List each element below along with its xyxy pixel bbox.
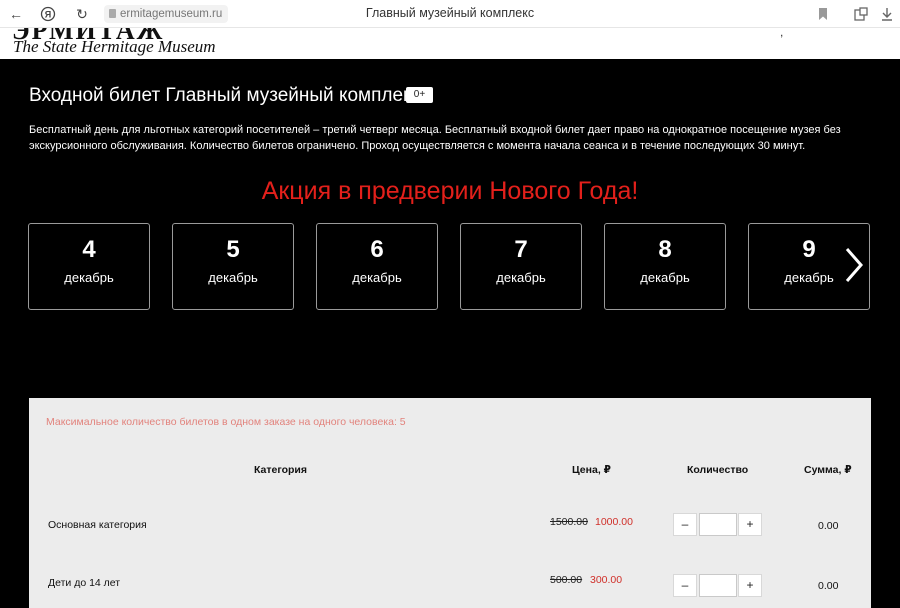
old-price: 500.00	[550, 574, 583, 586]
lock-icon	[109, 9, 116, 18]
date-day: 6	[370, 236, 384, 263]
ticket-description: Бесплатный день для льготных категорий п…	[29, 124, 841, 152]
date-day: 4	[82, 236, 96, 263]
site-header: ЭРМИТАЖ The State Hermitage Museum ,	[0, 28, 900, 59]
date-card[interactable]: 5 декабрь	[172, 223, 294, 310]
age-rating-badge: 0+	[406, 87, 433, 103]
header-menu-fragment: ,	[780, 28, 784, 39]
sale-price: 300.00	[590, 574, 623, 586]
extensions-icon[interactable]	[852, 5, 870, 23]
address-bar[interactable]: ermitagemuseum.ru	[104, 5, 229, 23]
carousel-next-arrow[interactable]	[842, 245, 866, 285]
date-card[interactable]: 4 декабрь	[28, 223, 150, 310]
promo-heading: Акция в предверии Нового Года!	[261, 177, 639, 205]
date-day: 8	[658, 236, 672, 263]
date-month: декабрь	[496, 270, 546, 285]
quantity-input[interactable]	[699, 513, 737, 536]
column-header-category: Категория	[254, 464, 308, 476]
column-header-quantity: Количество	[687, 464, 749, 476]
increment-button[interactable]: +	[738, 574, 762, 597]
reload-icon[interactable]: ↻	[72, 4, 92, 24]
back-icon[interactable]: ←	[6, 4, 26, 24]
old-price: 1500.00	[550, 516, 588, 528]
url-text: ermitagemuseum.ru	[120, 8, 223, 20]
date-card[interactable]: 6 декабрь	[316, 223, 438, 310]
row-category: Основная категория	[48, 519, 147, 531]
download-icon[interactable]	[878, 5, 896, 23]
sale-price: 1000.00	[595, 516, 633, 528]
date-month: декабрь	[64, 270, 114, 285]
row-sum: 0.00	[818, 580, 839, 592]
date-day: 5	[226, 236, 240, 263]
date-month: декабрь	[208, 270, 258, 285]
column-header-sum: Сумма, ₽	[804, 464, 852, 476]
bookmark-icon[interactable]	[814, 5, 832, 23]
chevron-right-icon	[845, 248, 863, 282]
svg-text:Я: Я	[45, 10, 51, 20]
date-month: декабрь	[640, 270, 690, 285]
decrement-button[interactable]: –	[673, 513, 697, 536]
quantity-input[interactable]	[699, 574, 737, 597]
date-month: декабрь	[352, 270, 402, 285]
increment-button[interactable]: +	[738, 513, 762, 536]
date-day: 7	[514, 236, 528, 263]
row-category: Дети до 14 лет	[48, 577, 121, 589]
yandex-icon[interactable]: Я	[38, 4, 58, 24]
date-card[interactable]: 8 декабрь	[604, 223, 726, 310]
decrement-button[interactable]: –	[673, 574, 697, 597]
logo-subtitle[interactable]: The State Hermitage Museum	[13, 37, 216, 57]
max-tickets-note: Максимальное количество билетов в одном …	[46, 416, 406, 428]
row-sum: 0.00	[818, 520, 839, 532]
ticket-order-panel: Максимальное количество билетов в одном …	[29, 398, 871, 608]
main-content: Входной билет Главный музейный комплекс …	[0, 59, 900, 608]
browser-toolbar: ← Я ↻ ermitagemuseum.ru Главный музейный…	[0, 0, 900, 28]
page-title: Входной билет Главный музейный комплекс	[29, 85, 422, 106]
column-header-price: Цена, ₽	[572, 464, 611, 476]
date-card[interactable]: 7 декабрь	[460, 223, 582, 310]
